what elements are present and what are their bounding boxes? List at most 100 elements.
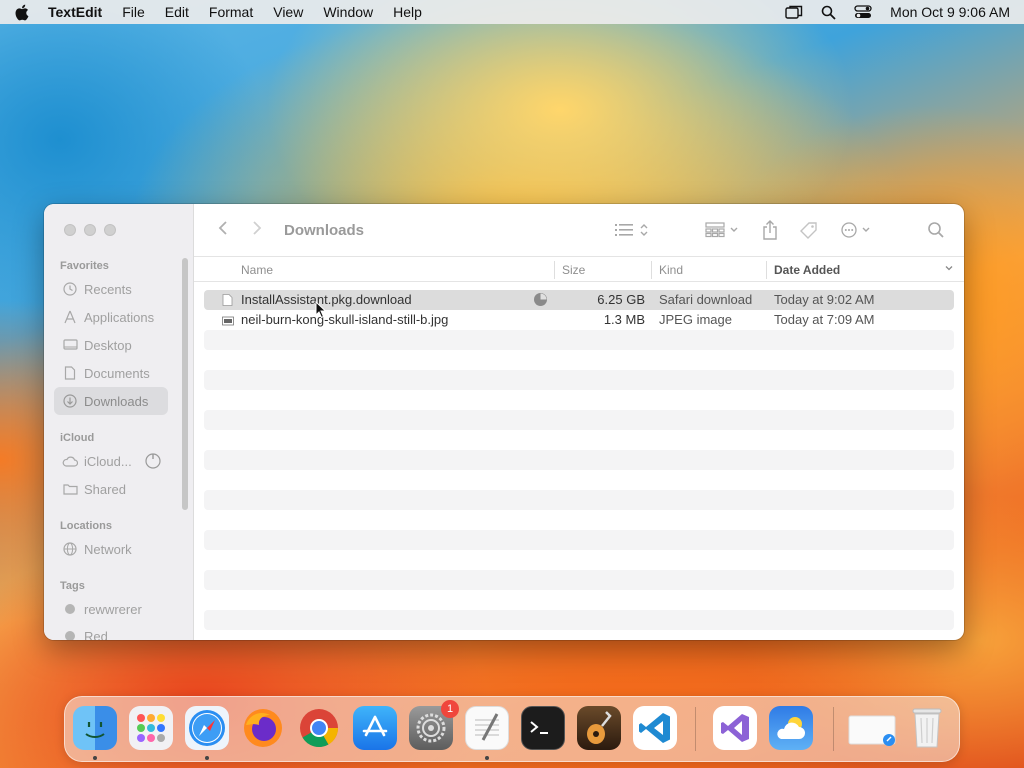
downloads-stack-icon[interactable] (847, 706, 899, 750)
tag-dot-icon (62, 601, 78, 617)
file-size: 1.3 MB (603, 312, 645, 327)
apple-menu-icon[interactable] (14, 4, 30, 20)
search-icon[interactable] (927, 221, 945, 239)
garageband-app-icon[interactable] (577, 706, 621, 750)
sidebar-item-recents[interactable]: Recents (54, 275, 168, 303)
menu-window[interactable]: Window (323, 4, 373, 20)
sidebar-item-label: Documents (84, 365, 150, 381)
sidebar-scrollbar[interactable] (182, 258, 188, 510)
cloud-icon (62, 453, 78, 469)
applications-icon (62, 309, 78, 325)
sidebar-tag-red[interactable]: Red (54, 622, 168, 640)
desktop-icon (62, 337, 78, 353)
menu-app-name[interactable]: TextEdit (48, 4, 102, 20)
column-header: Name Size Kind Date Added (194, 256, 964, 282)
chrome-app-icon[interactable] (297, 706, 341, 750)
tags-heading: Tags (60, 580, 85, 592)
empty-row (204, 430, 954, 450)
trash-icon[interactable] (905, 706, 949, 750)
sidebar-item-label: Desktop (84, 337, 132, 353)
menu-bar: TextEdit File Edit Format View Window He… (0, 0, 1024, 24)
empty-row (204, 390, 954, 410)
textedit-app-icon[interactable] (465, 706, 509, 750)
empty-row (204, 570, 954, 590)
column-name-header[interactable]: Name (241, 263, 273, 277)
sidebar-item-applications[interactable]: Applications (54, 303, 168, 331)
mouse-cursor-icon (315, 300, 327, 322)
sidebar-item-label: Applications (84, 309, 155, 325)
menu-format[interactable]: Format (209, 4, 253, 20)
firefox-app-icon[interactable] (241, 706, 285, 750)
sidebar-item-label: Network (84, 541, 132, 557)
list-view-icon[interactable] (615, 222, 651, 238)
sidebar-tag-rewwrerer[interactable]: rewwrerer (54, 595, 168, 623)
column-kind-header[interactable]: Kind (659, 263, 683, 277)
spotlight-search-icon[interactable] (821, 5, 836, 20)
column-size-header[interactable]: Size (562, 263, 585, 277)
sidebar-item-label: Recents (84, 281, 132, 297)
system-settings-app-icon[interactable]: 1 (409, 700, 459, 750)
download-icon (62, 393, 78, 409)
window-controls (64, 224, 124, 236)
screen-mirroring-icon[interactable] (785, 5, 803, 19)
download-progress-icon[interactable] (533, 292, 548, 310)
sidebar-item-documents[interactable]: Documents (54, 359, 168, 387)
sidebar-item-desktop[interactable]: Desktop (54, 331, 168, 359)
empty-row (204, 410, 954, 430)
group-by-icon[interactable] (705, 222, 741, 238)
window-title: Downloads (284, 221, 365, 239)
icloud-heading: iCloud (60, 432, 95, 444)
sidebar-item-shared[interactable]: Shared (54, 475, 168, 503)
dock: 1 (64, 696, 960, 762)
file-kind: Safari download (659, 292, 753, 307)
clock-icon (62, 281, 78, 297)
empty-row (204, 590, 954, 610)
close-window-button[interactable] (64, 224, 76, 236)
share-icon[interactable] (762, 220, 778, 240)
forward-button[interactable] (244, 219, 270, 242)
menubar-clock[interactable]: Mon Oct 9 9:06 AM (890, 4, 1010, 20)
back-button[interactable] (210, 219, 236, 242)
sidebar-item-label: Downloads (84, 393, 149, 409)
zoom-window-button[interactable] (104, 224, 116, 236)
sort-chevron-icon[interactable] (944, 262, 954, 276)
empty-row (204, 350, 954, 370)
file-name: neil-burn-kong-skull-island-still-b.jpg (241, 312, 449, 327)
more-actions-icon[interactable] (841, 222, 877, 238)
launchpad-app-icon[interactable] (129, 706, 173, 750)
menu-file[interactable]: File (122, 4, 145, 20)
safari-app-icon[interactable] (185, 706, 229, 750)
column-date-added-header[interactable]: Date Added (774, 263, 840, 277)
vscode-app-icon[interactable] (633, 706, 677, 750)
visual-studio-app-icon[interactable] (713, 706, 757, 750)
sidebar-item-label: Red (84, 628, 108, 641)
control-center-icon[interactable] (854, 5, 872, 19)
favorites-heading: Favorites (60, 260, 109, 272)
menu-edit[interactable]: Edit (165, 4, 189, 20)
sidebar-item-label: rewwrerer (84, 601, 142, 617)
file-date-added: Today at 7:09 AM (774, 312, 875, 327)
sidebar-item-icloud-drive[interactable]: iCloud... (54, 447, 168, 475)
finder-sidebar: Favorites Recents Applications Desktop D… (44, 204, 194, 640)
sidebar-item-label: Shared (84, 481, 126, 497)
weather-app-icon[interactable] (769, 706, 813, 750)
file-kind: JPEG image (659, 312, 732, 327)
empty-row (204, 490, 954, 510)
shared-folder-icon (62, 481, 78, 497)
sidebar-item-network[interactable]: Network (54, 535, 168, 563)
empty-row (204, 510, 954, 530)
empty-row (204, 370, 954, 390)
menu-view[interactable]: View (273, 4, 303, 20)
terminal-app-icon[interactable] (521, 706, 565, 750)
file-size: 6.25 GB (597, 292, 645, 307)
sidebar-item-label: iCloud... (84, 453, 132, 469)
finder-app-icon[interactable] (73, 706, 117, 750)
document-icon (62, 365, 78, 381)
menu-help[interactable]: Help (393, 4, 422, 20)
app-store-app-icon[interactable] (353, 706, 397, 750)
tag-icon[interactable] (799, 221, 819, 241)
minimize-window-button[interactable] (84, 224, 96, 236)
sidebar-item-downloads[interactable]: Downloads (54, 387, 168, 415)
globe-icon (62, 541, 78, 557)
empty-row (204, 530, 954, 550)
